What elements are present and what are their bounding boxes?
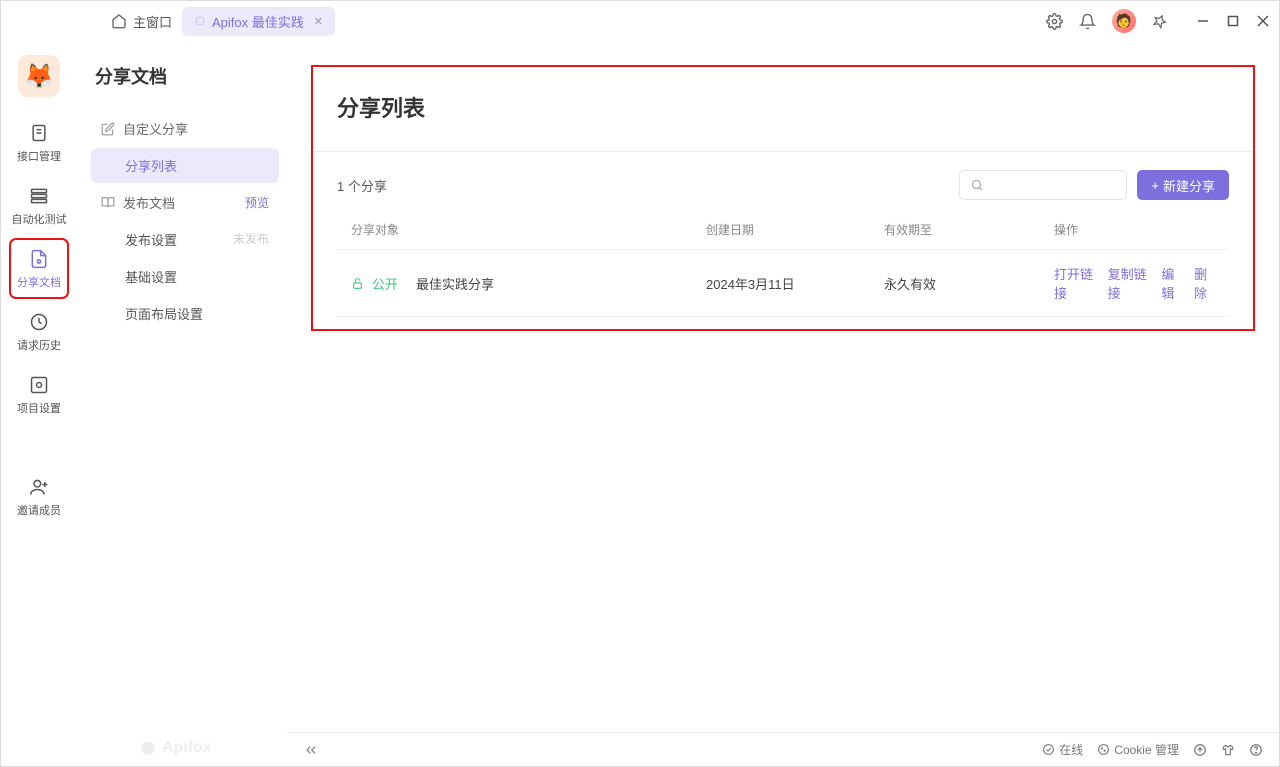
table-row: 公开 最佳实践分享 2024年3月11日 永久有效 打开链接 复制链接 编辑 删… (337, 250, 1229, 317)
content-area: 分享列表 1 个分享 + 新建分享 分享对象 创建日期 (287, 41, 1279, 766)
search-icon (970, 178, 984, 192)
check-circle-icon (1042, 743, 1055, 756)
tree-publish-docs[interactable]: 发布文档 预览 (91, 185, 279, 220)
api-icon (29, 123, 49, 143)
collapse-panel-icon[interactable] (303, 742, 319, 758)
home-icon (111, 13, 127, 29)
nav-api-management[interactable]: 接口管理 (10, 113, 68, 172)
edit-icon (101, 122, 115, 136)
settings-icon[interactable] (1046, 13, 1063, 30)
action-edit[interactable]: 编辑 (1161, 264, 1182, 302)
footer-shirt-icon[interactable] (1221, 743, 1235, 757)
footer-cookie[interactable]: Cookie 管理 (1097, 741, 1179, 758)
col-header-actions: 操作 (1054, 221, 1215, 238)
action-delete[interactable]: 删除 (1194, 264, 1215, 302)
cell-valid: 永久有效 (884, 274, 1054, 293)
pin-icon[interactable] (1152, 14, 1167, 29)
active-tab-label: Apifox 最佳实践 (212, 12, 304, 31)
footer-upload-icon[interactable] (1193, 743, 1207, 757)
close-icon[interactable]: ✕ (314, 15, 323, 28)
bell-icon[interactable] (1079, 13, 1096, 30)
invite-icon (29, 477, 49, 497)
book-icon (101, 196, 115, 210)
nav-invite-members[interactable]: 邀请成员 (10, 467, 68, 526)
plus-icon: + (1151, 178, 1159, 193)
footer: 在线 Cookie 管理 (287, 732, 1279, 766)
left-nav: 🦊 接口管理 自动化测试 分享文档 请求历史 项目设置 (1, 41, 77, 766)
tab-dot-icon (194, 15, 206, 27)
share-name: 最佳实践分享 (416, 274, 494, 293)
maximize-icon[interactable] (1227, 15, 1239, 27)
share-doc-icon (29, 249, 49, 269)
search-input[interactable] (959, 170, 1127, 200)
table-header: 分享对象 创建日期 有效期至 操作 (337, 210, 1229, 250)
subsidebar-title: 分享文档 (91, 63, 279, 89)
avatar[interactable]: 🧑 (1112, 9, 1136, 33)
share-table: 分享对象 创建日期 有效期至 操作 公开 最佳实践分享 2 (313, 210, 1253, 329)
tree-page-layout-settings[interactable]: 页面布局设置 (91, 296, 279, 331)
nav-share-docs[interactable]: 分享文档 (10, 239, 68, 298)
tree-share-list[interactable]: 分享列表 (91, 148, 279, 183)
action-open-link[interactable]: 打开链接 (1054, 264, 1096, 302)
nav-automation-test[interactable]: 自动化测试 (10, 176, 68, 235)
preview-link[interactable]: 预览 (245, 194, 269, 211)
nav-request-history[interactable]: 请求历史 (10, 302, 68, 361)
tree-basic-settings[interactable]: 基础设置 (91, 259, 279, 294)
sub-sidebar: 分享文档 自定义分享 分享列表 发布文档 预览 发布设置 未发布 基础设置 页面… (77, 41, 287, 766)
public-label: 公开 (372, 274, 398, 293)
action-copy-link[interactable]: 复制链接 (1108, 264, 1150, 302)
watermark: Apifox (140, 739, 212, 757)
col-header-created: 创建日期 (706, 221, 884, 238)
active-tab[interactable]: Apifox 最佳实践 ✕ (182, 7, 335, 36)
new-share-button[interactable]: + 新建分享 (1137, 170, 1229, 200)
cookie-icon (1097, 743, 1110, 756)
titlebar: 主窗口 Apifox 最佳实践 ✕ 🧑 (1, 1, 1279, 41)
app-logo[interactable]: 🦊 (18, 55, 60, 97)
col-header-valid: 有效期至 (884, 221, 1054, 238)
home-tab-label: 主窗口 (133, 12, 172, 31)
automation-icon (29, 186, 49, 206)
home-tab[interactable]: 主窗口 (101, 6, 182, 37)
cell-created: 2024年3月11日 (706, 274, 884, 293)
col-header-target: 分享对象 (351, 221, 706, 238)
page-title: 分享列表 (313, 91, 1253, 152)
history-icon (29, 312, 49, 332)
project-settings-icon (29, 375, 49, 395)
highlighted-region: 分享列表 1 个分享 + 新建分享 分享对象 创建日期 (311, 65, 1255, 331)
share-count: 1 个分享 (337, 176, 387, 195)
unlock-icon (351, 277, 364, 290)
tree-custom-share[interactable]: 自定义分享 (91, 111, 279, 146)
nav-project-settings[interactable]: 项目设置 (10, 365, 68, 424)
footer-help-icon[interactable] (1249, 743, 1263, 757)
tree-publish-settings[interactable]: 发布设置 未发布 (91, 222, 279, 257)
minimize-icon[interactable] (1197, 15, 1209, 27)
footer-online[interactable]: 在线 (1042, 741, 1083, 758)
close-window-icon[interactable] (1257, 15, 1269, 27)
